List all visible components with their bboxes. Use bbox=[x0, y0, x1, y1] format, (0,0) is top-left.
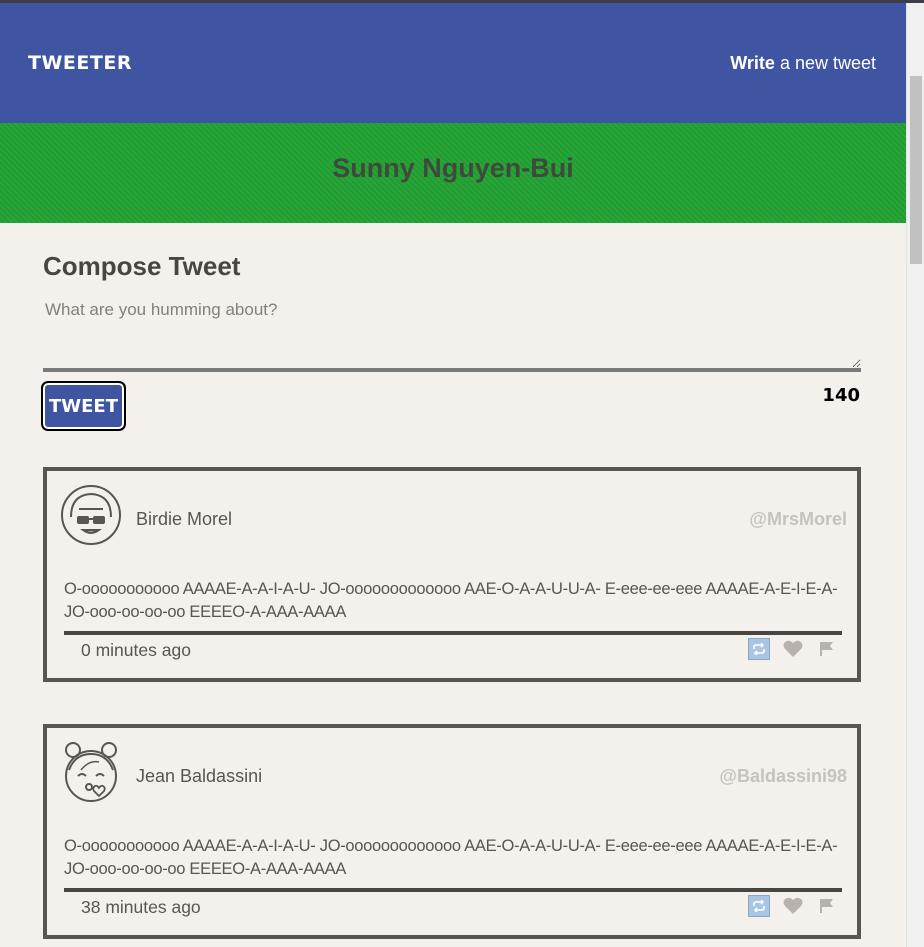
compose-controls: TWEET 140 bbox=[41, 372, 861, 467]
retweet-button[interactable] bbox=[747, 637, 771, 661]
new-tweet-label: a new tweet bbox=[774, 52, 876, 73]
brand-logo[interactable]: TWEETER bbox=[28, 52, 132, 74]
tweet-body: O-ooooooooooo AAAAE-A-A-I-A-U- JO-oooooo… bbox=[64, 837, 838, 878]
write-label: Write bbox=[730, 52, 775, 73]
main-content: Compose Tweet TWEET 140 Birdie Morel @Mr… bbox=[41, 223, 861, 947]
top-nav: TWEETER Write a new tweet bbox=[0, 3, 906, 123]
tweet-author-handle: @MrsMorel bbox=[749, 509, 847, 529]
like-button[interactable] bbox=[781, 637, 805, 661]
heart-icon bbox=[783, 640, 803, 657]
character-counter: 140 bbox=[822, 385, 860, 406]
write-new-tweet-link[interactable]: Write a new tweet bbox=[730, 53, 876, 74]
tweet-author-handle: @Baldassini98 bbox=[719, 766, 847, 786]
heart-icon bbox=[783, 897, 803, 914]
tweet-divider bbox=[64, 631, 842, 635]
tweet-card: Jean Baldassini @Baldassini98 O-oooooooo… bbox=[43, 724, 861, 939]
tweet-author-name: Jean Baldassini bbox=[136, 766, 263, 786]
profile-banner: Sunny Nguyen-Bui bbox=[0, 123, 906, 223]
tweet-body: O-ooooooooooo AAAAE-A-A-I-A-U- JO-oooooo… bbox=[64, 580, 838, 621]
report-button[interactable] bbox=[815, 637, 839, 661]
tweet-submit-button[interactable]: TWEET bbox=[41, 381, 126, 431]
like-button[interactable] bbox=[781, 894, 805, 918]
tweet-divider bbox=[64, 888, 842, 892]
compose-title: Compose Tweet bbox=[43, 251, 241, 281]
avatar-girl-sunglasses-icon bbox=[61, 485, 121, 545]
tweet-input[interactable] bbox=[43, 300, 861, 372]
retweet-icon bbox=[748, 638, 770, 660]
tweet-card: Birdie Morel @MrsMorel O-ooooooooooo AAA… bbox=[43, 467, 861, 682]
compose-section: Compose Tweet TWEET 140 bbox=[41, 251, 861, 467]
flag-icon bbox=[820, 642, 833, 656]
vertical-scrollbar[interactable] bbox=[906, 3, 924, 947]
flag-icon bbox=[820, 899, 833, 913]
retweet-button[interactable] bbox=[747, 894, 771, 918]
tweet-actions bbox=[747, 894, 839, 918]
tweet-timestamp: 0 minutes ago bbox=[81, 640, 191, 660]
scrollbar-thumb[interactable] bbox=[910, 76, 922, 264]
report-button[interactable] bbox=[815, 894, 839, 918]
avatar-girl-kiss-icon bbox=[65, 742, 117, 802]
tweet-timestamp: 38 minutes ago bbox=[81, 897, 201, 917]
tweet-actions bbox=[747, 637, 839, 661]
retweet-icon bbox=[748, 895, 770, 917]
profile-name: Sunny Nguyen-Bui bbox=[332, 152, 574, 183]
tweet-author-name: Birdie Morel bbox=[136, 509, 233, 529]
